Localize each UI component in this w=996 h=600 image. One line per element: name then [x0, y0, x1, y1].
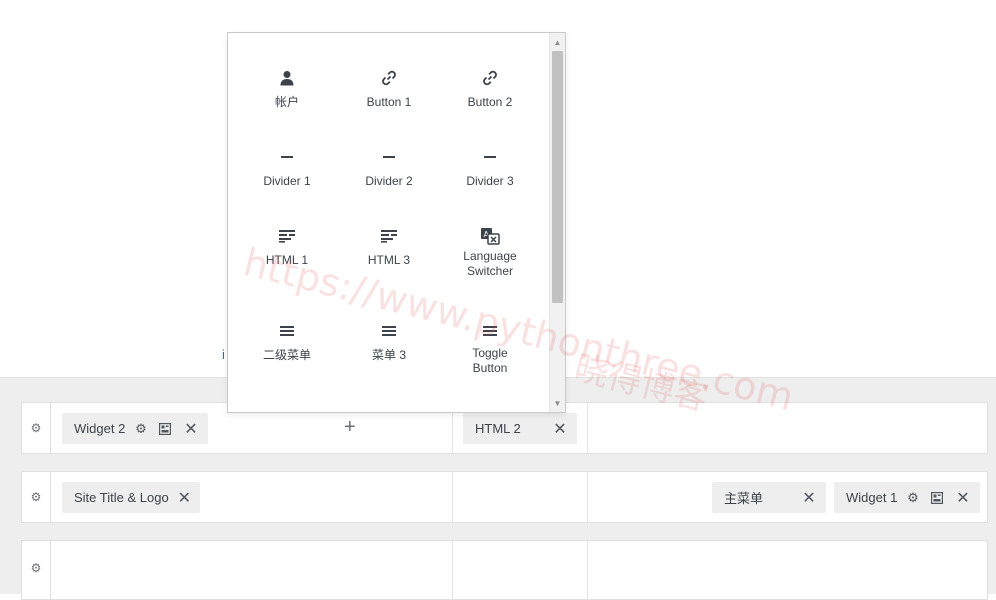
gear-icon[interactable]: ⚙: [132, 420, 150, 438]
item-button-2[interactable]: Button 2: [439, 67, 541, 110]
item-menu-3[interactable]: 菜单 3: [338, 320, 440, 363]
item-toggle-button[interactable]: Toggle Button: [439, 320, 541, 376]
item-language-switcher[interactable]: A Language Switcher: [439, 225, 541, 279]
item-html-3[interactable]: HTML 3: [338, 225, 440, 268]
item-label: Divider 2: [365, 174, 413, 188]
item-label: Divider 1: [263, 174, 311, 188]
translate-icon: A: [439, 225, 541, 247]
builder-row-bottom: ⚙: [21, 540, 988, 600]
layout-icon[interactable]: [156, 420, 174, 438]
item-divider-3[interactable]: Divider 3: [439, 146, 541, 189]
item-label: HTML 1: [265, 253, 309, 267]
item-account[interactable]: 帐户: [236, 67, 338, 110]
item-label: Button 2: [467, 95, 513, 109]
widget-chip-html-2[interactable]: HTML 2 ✕: [463, 413, 577, 444]
chip-label: HTML 2: [475, 421, 521, 436]
chip-label: Widget 2: [74, 421, 126, 436]
column-divider: [587, 541, 588, 599]
text-align-icon: [338, 225, 440, 247]
column-divider: [452, 541, 453, 599]
menu-icon: [236, 320, 338, 342]
item-label: Button 1: [366, 95, 412, 109]
user-icon: [236, 67, 338, 89]
available-items-popup: 帐户 Button 1 Button 2 Divider 1 Divider 2: [227, 32, 566, 413]
gear-icon: ⚙: [30, 490, 42, 504]
close-icon[interactable]: ✕: [954, 489, 972, 507]
close-icon[interactable]: ✕: [551, 420, 569, 438]
item-label: Divider 3: [466, 174, 514, 188]
widget-chip-site-title-logo[interactable]: Site Title & Logo ✕: [62, 482, 200, 513]
row-settings-button[interactable]: ⚙: [22, 472, 51, 522]
menu-icon: [338, 320, 440, 342]
item-html-1[interactable]: HTML 1: [236, 225, 338, 268]
item-button-1[interactable]: Button 1: [338, 67, 440, 110]
item-label: 帐户: [274, 95, 299, 109]
layout-icon[interactable]: [928, 489, 946, 507]
item-label: HTML 3: [367, 253, 411, 267]
chip-label: Widget 1: [846, 490, 898, 505]
item-label: 二级菜单: [262, 348, 311, 362]
widget-chip-main-menu[interactable]: 主菜单 ✕: [712, 482, 826, 513]
minus-icon: [236, 146, 338, 168]
chip-label: Site Title & Logo: [74, 490, 169, 505]
popup-scrollbar[interactable]: ▲ ▼: [549, 33, 565, 412]
scroll-up-arrow-icon[interactable]: ▲: [550, 35, 565, 49]
link-icon: [439, 67, 541, 89]
row-settings-button[interactable]: ⚙: [22, 403, 51, 453]
column-divider: [452, 472, 453, 522]
stray-link-text[interactable]: i: [222, 347, 225, 362]
close-icon[interactable]: ✕: [182, 420, 200, 438]
text-align-icon: [236, 225, 338, 247]
scrollbar-thumb[interactable]: [552, 51, 563, 303]
item-secondary-menu[interactable]: 二级菜单: [236, 320, 338, 363]
scroll-down-arrow-icon[interactable]: ▼: [550, 396, 565, 410]
item-label: Language Switcher: [463, 249, 517, 278]
column-divider: [587, 403, 588, 453]
close-icon[interactable]: ✕: [177, 489, 192, 507]
minus-icon: [439, 146, 541, 168]
item-label: Toggle Button: [472, 346, 508, 375]
gear-icon: ⚙: [30, 561, 42, 575]
widget-chip-widget-2[interactable]: Widget 2 ⚙ ✕: [62, 413, 208, 444]
chip-label: 主菜单: [724, 491, 764, 506]
builder-row-main: ⚙ Site Title & Logo ✕ 主菜单 ✕ Widget 1 ⚙ ✕: [21, 471, 988, 523]
column-divider: [587, 472, 588, 522]
gear-icon: ⚙: [30, 421, 42, 435]
minus-icon: [338, 146, 440, 168]
gear-icon[interactable]: ⚙: [904, 489, 922, 507]
item-divider-1[interactable]: Divider 1: [236, 146, 338, 189]
item-label: 菜单 3: [371, 348, 406, 362]
item-divider-2[interactable]: Divider 2: [338, 146, 440, 189]
add-widget-button[interactable]: +: [344, 417, 356, 437]
link-icon: [338, 67, 440, 89]
row-settings-button[interactable]: ⚙: [22, 541, 51, 599]
widget-chip-widget-1[interactable]: Widget 1 ⚙ ✕: [834, 482, 980, 513]
close-icon[interactable]: ✕: [800, 489, 818, 507]
menu-icon: [439, 320, 541, 342]
